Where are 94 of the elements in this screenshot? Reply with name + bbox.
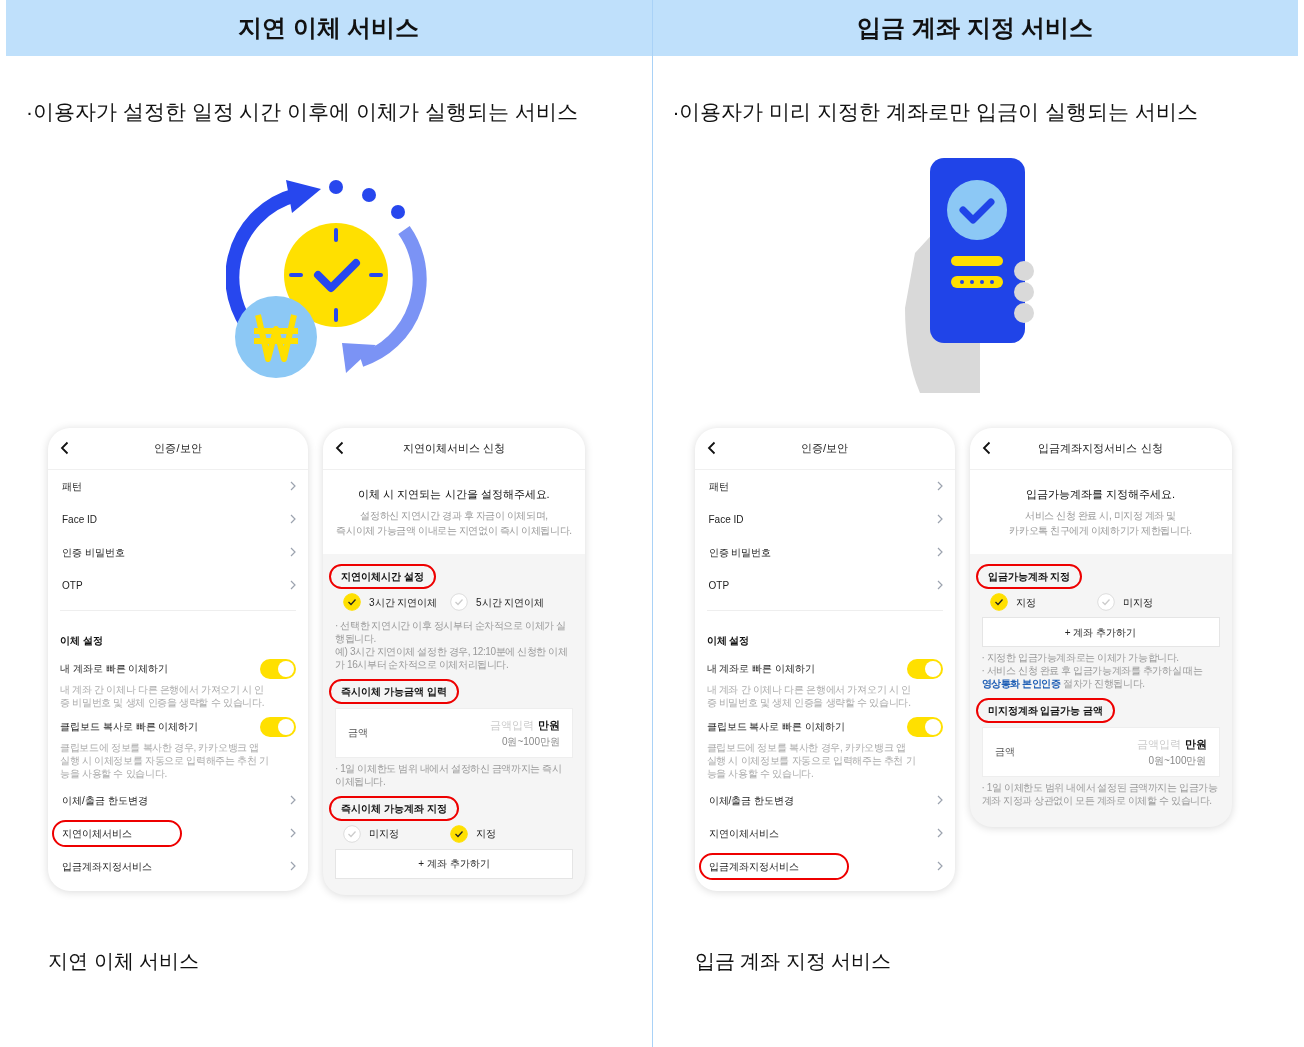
chevron-right-icon <box>290 514 296 524</box>
field-label: 금액 <box>994 745 1015 760</box>
toggle-description: 클립보드에 정보를 복사한 경우, 카카오뱅크 앱 실행 시 이체정보를 자동으로 입력해주는 추천 기능을 사용할 수 있습니다. <box>706 740 917 780</box>
menu-item[interactable]: Face ID <box>698 505 754 533</box>
unit-label: 만원 <box>538 718 560 733</box>
toggle-label: 내 계좌로 빠른 이체하기 <box>706 662 815 676</box>
service-description: ·이용자가 설정한 일정 시간 이후에 이체가 실행되는 서비스 <box>26 100 578 123</box>
note-text: · 1일 이체한도 범위 내에서 설정하신 금액까지는 즉시 이체됩니다. <box>335 761 563 788</box>
screen-title: 지연이체서비스 신청 <box>401 440 507 456</box>
note-text: · 서비스 신청 완료 후 입금가능계좌를 추가하실 때는 영상통화 본인인증 절차가 진행됩니다. <box>981 664 1204 690</box>
screen-heading: 이체 시 지연되는 시간을 설정해주세요. <box>358 486 550 502</box>
radio-check-icon[interactable] <box>989 593 1008 611</box>
radio-check-icon[interactable] <box>1096 593 1115 611</box>
field-label: 금액 <box>348 726 368 741</box>
chevron-right-icon <box>936 795 943 805</box>
back-icon[interactable] <box>60 441 69 455</box>
menu-item[interactable]: 입금계좌지정서비스 <box>698 852 849 880</box>
note-text: 예) 3시간 지연이체 설정한 경우, 12:10분에 신청한 이체가 16시부터 순차적으로 이체처리됩니다. <box>335 645 569 671</box>
screen-title: 입금계좌지정서비스 신청 <box>1037 440 1164 456</box>
menu-item[interactable]: 패턴 <box>52 472 92 500</box>
section-label: 입금가능계좌 지정 <box>975 564 1083 589</box>
toggle-label: 내 계좌로 빠른 이체하기 <box>60 662 169 676</box>
chevron-right-icon <box>290 861 296 871</box>
radio-check-icon[interactable] <box>450 593 468 611</box>
note-text: · 선택한 지연시간 이후 정시부터 순차적으로 이체가 실행됩니다. <box>335 619 567 645</box>
menu-item[interactable]: 인증 비밀번호 <box>52 538 135 566</box>
toggle-switch[interactable] <box>260 716 296 737</box>
menu-item[interactable]: 인증 비밀번호 <box>698 538 782 566</box>
chevron-right-icon <box>290 481 296 491</box>
toggle-switch[interactable] <box>906 716 943 737</box>
menu-item[interactable]: OTP <box>52 571 93 599</box>
toggle-label: 클립보드 복사로 빠른 이체하기 <box>706 720 845 734</box>
menu-item[interactable]: 패턴 <box>698 472 739 500</box>
range-hint: 0원~100만원 <box>501 734 560 749</box>
screen-heading: 입금가능계좌를 지정해주세요. <box>1025 486 1176 502</box>
column-title: 지연 이체 서비스 <box>238 13 420 43</box>
add-account-button[interactable]: + 계좌 추가하기 <box>335 848 573 879</box>
toggle-description: 내 계좌 간 이체나 다른 은행에서 가져오기 시 인증 비밀번호 및 생체 인증을 생략할 수 있습니다. <box>60 682 266 709</box>
screen-title: 인증/보안 <box>153 440 203 456</box>
back-icon[interactable] <box>335 441 344 455</box>
toggle-switch[interactable] <box>260 658 296 679</box>
option-label: 5시간 지연이체 <box>476 595 545 610</box>
chevron-right-icon <box>936 514 943 524</box>
radio-check-icon[interactable] <box>450 824 468 843</box>
note-text: · 지정한 입금가능계좌로는 이체가 가능합니다. <box>981 651 1180 664</box>
screen-title: 인증/보안 <box>799 440 850 456</box>
section-label: 즉시이체 가능금액 입력 <box>329 679 459 704</box>
section-heading: 이체 설정 <box>60 634 103 646</box>
chevron-right-icon <box>936 828 943 838</box>
chevron-right-icon <box>936 861 943 871</box>
toggle-description: 내 계좌 간 이체나 다른 은행에서 가져오기 시 인증 비밀번호 및 생체 인증을 생략할 수 있습니다. <box>706 682 912 709</box>
menu-item[interactable]: OTP <box>698 571 740 599</box>
note-text: · 1일 이체한도 범위 내에서 설정된 금액까지는 입금가능계좌 지정과 상관없이 모든 계좌로 이체할 수 있습니다. <box>981 780 1219 807</box>
verification-link[interactable]: 영상통화 본인인증 <box>981 678 1061 689</box>
screen-subtext: 서비스 신청 완료 시, 미지정 계좌 및 <box>1024 509 1177 523</box>
option-label: 지정 <box>1015 595 1036 610</box>
section-label: 미지정계좌 입금가능 금액 <box>975 698 1116 723</box>
chevron-right-icon <box>936 481 943 491</box>
section-heading: 이체 설정 <box>706 634 750 646</box>
image-caption: 입금 계좌 지정 서비스 <box>694 949 892 972</box>
screen-subtext: 설정하신 지연시간 경과 후 자금이 이체되며, <box>360 509 548 523</box>
chevron-right-icon <box>936 580 943 590</box>
toggle-switch[interactable] <box>906 658 943 679</box>
menu-item[interactable]: 이체/출금 한도변경 <box>52 786 158 814</box>
chevron-right-icon <box>936 547 943 557</box>
screen-subtext: 카카오톡 친구에게 이체하기가 제한됩니다. <box>1009 524 1192 538</box>
image-caption: 지연 이체 서비스 <box>48 949 200 972</box>
option-label: 지정 <box>476 827 496 841</box>
service-description: ·이용자가 미리 지정한 계좌로만 입금이 실행되는 서비스 <box>672 100 1198 123</box>
chevron-right-icon <box>290 828 296 838</box>
toggle-description: 클립보드에 정보를 복사한 경우, 카카오뱅크 앱 실행 시 이체정보를 자동으로 입력해주는 추천 기능을 사용할 수 있습니다. <box>60 740 270 780</box>
option-label: 3시간 지연이체 <box>369 595 438 610</box>
menu-item[interactable]: 지연이체서비스 <box>698 819 789 847</box>
back-icon[interactable] <box>706 441 716 455</box>
menu-item[interactable]: Face ID <box>52 505 107 533</box>
menu-item[interactable]: 지연이체서비스 <box>52 819 182 847</box>
toggle-label: 클립보드 복사로 빠른 이체하기 <box>60 720 199 734</box>
add-account-button[interactable]: + 계좌 추가하기 <box>981 617 1220 647</box>
chevron-right-icon <box>290 795 296 805</box>
screen-subtext: 즉시이체 가능금액 이내로는 지연없이 즉시 이체됩니다. <box>336 524 572 538</box>
chevron-right-icon <box>290 580 296 590</box>
menu-item[interactable]: 입금계좌지정서비스 <box>52 852 162 880</box>
section-label: 즉시이체 가능계좌 지정 <box>329 795 459 821</box>
radio-check-icon[interactable] <box>343 824 361 843</box>
option-label: 미지정 <box>1122 595 1153 610</box>
unit-label: 만원 <box>1184 737 1207 752</box>
column-title: 입금 계좌 지정 서비스 <box>857 13 1094 43</box>
back-icon[interactable] <box>981 441 991 455</box>
menu-item[interactable]: 이체/출금 한도변경 <box>698 786 805 814</box>
section-label: 지연이체시간 설정 <box>329 564 436 589</box>
range-hint: 0원~100만원 <box>1148 753 1207 768</box>
chevron-right-icon <box>290 547 296 557</box>
option-label: 미지정 <box>369 827 399 841</box>
radio-check-icon[interactable] <box>343 593 361 611</box>
